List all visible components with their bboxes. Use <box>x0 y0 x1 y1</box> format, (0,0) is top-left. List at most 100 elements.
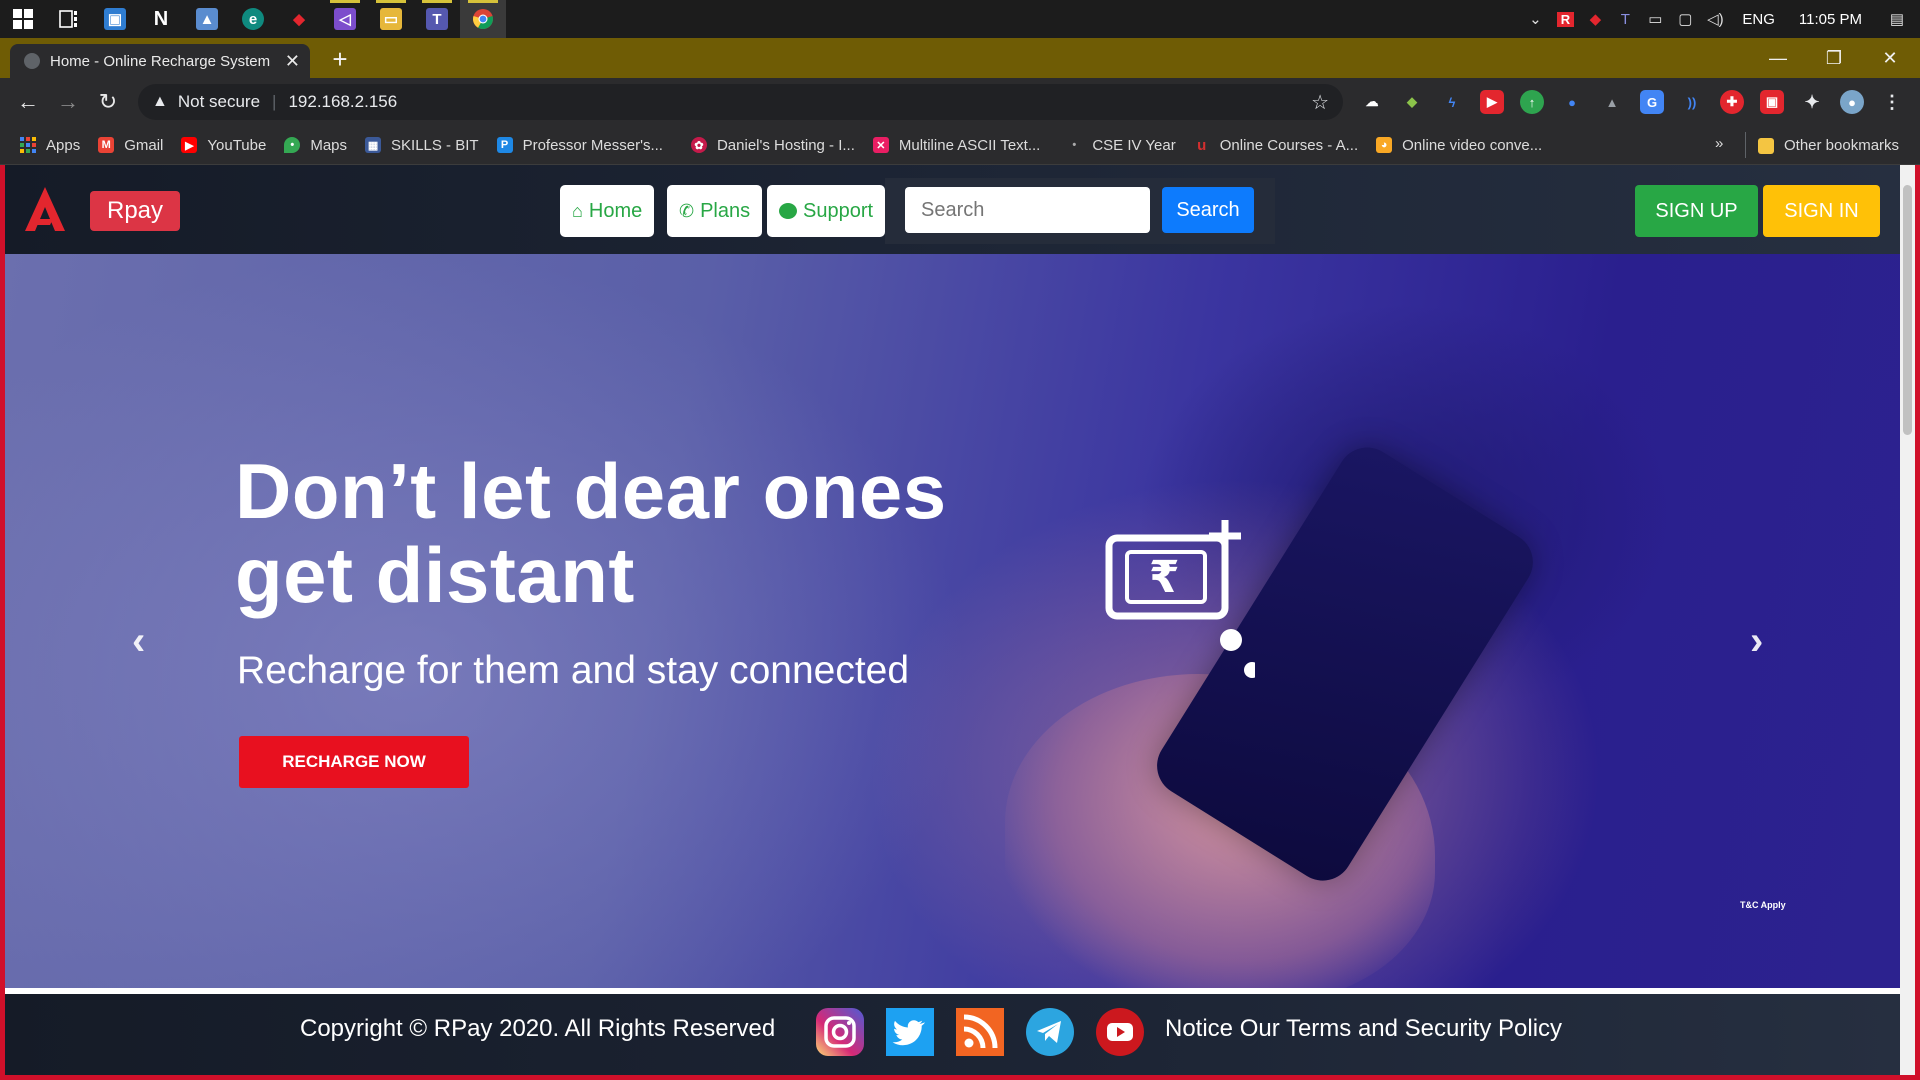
recharge-now-button[interactable]: RECHARGE NOW <box>239 736 469 788</box>
reload-icon[interactable]: ↻ <box>94 88 122 116</box>
extension-green-icon[interactable]: ↑ <box>1520 90 1544 114</box>
airtel-logo-icon[interactable] <box>23 185 67 233</box>
volume-icon[interactable]: ◁) <box>1700 0 1730 38</box>
close-tab-icon[interactable]: ✕ <box>285 51 300 72</box>
chrome-menu-icon[interactable]: ⋮ <box>1880 90 1904 114</box>
warning-icon[interactable]: ▲ <box>152 93 168 111</box>
battery-icon[interactable]: ▭ <box>1640 0 1670 38</box>
hero-carousel: ₹ Don’t let dear ones get distant Rechar… <box>5 254 1900 988</box>
back-icon[interactable]: ← <box>14 88 42 116</box>
visual-studio-icon[interactable]: ◁ <box>322 0 368 38</box>
extension-translate-icon[interactable]: G <box>1640 90 1664 114</box>
security-label[interactable]: Not secure <box>178 92 260 112</box>
instagram-icon[interactable] <box>815 1007 865 1057</box>
separator: | <box>272 92 277 111</box>
notifications-icon[interactable]: ▤ <box>1874 0 1920 38</box>
bookmark-professor-messer[interactable]: P Professor Messer's... <box>496 137 663 154</box>
teams-tray-icon[interactable]: T <box>1610 0 1640 38</box>
extension-drive-icon[interactable]: ▲ <box>1600 90 1624 114</box>
brand-badge[interactable]: Rpay <box>90 191 181 231</box>
extension-pdf-icon[interactable]: ▣ <box>1760 90 1784 114</box>
bookmark-multiline-ascii[interactable]: ✕ Multiline ASCII Text... <box>872 136 1041 154</box>
chevron-up-icon[interactable]: ⌄ <box>1520 0 1550 38</box>
task-view-icon[interactable] <box>46 0 92 38</box>
extensions-puzzle-icon[interactable]: ✦ <box>1800 90 1824 114</box>
nav-label: Home <box>588 199 643 222</box>
youtube-icon[interactable] <box>1095 1007 1145 1057</box>
notion-icon[interactable]: N <box>138 0 184 38</box>
new-tab-button[interactable]: + <box>325 46 355 76</box>
telegram-icon[interactable] <box>1025 1007 1075 1057</box>
extension-bolt-icon[interactable]: ϟ <box>1440 90 1464 114</box>
tab-title: Home - Online Recharge System <box>50 52 271 70</box>
bookmark-label: Maps <box>310 136 348 154</box>
butterfly-icon: ✕ <box>872 137 889 153</box>
teams-icon[interactable]: T <box>414 0 460 38</box>
extension-video-icon[interactable]: ▶ <box>1480 90 1504 114</box>
hero-headline: Don’t let dear ones get distant <box>235 447 947 619</box>
bookmark-gmail[interactable]: M Gmail <box>98 137 163 154</box>
extension-wave-icon[interactable]: )) <box>1680 90 1704 114</box>
sign-up-button[interactable]: SIGN UP <box>1635 185 1758 237</box>
address-bar[interactable]: ▲ Not secure | 192.168.2.156 ☆ <box>138 84 1343 120</box>
sign-in-button[interactable]: SIGN IN <box>1763 185 1880 237</box>
bookmark-daniels-hosting[interactable]: ✿ Daniel's Hosting - I... <box>690 137 855 154</box>
bookmark-maps[interactable]: • Maps <box>284 137 347 154</box>
bookmark-star-icon[interactable]: ☆ <box>1311 90 1329 115</box>
remote-desktop-icon[interactable]: ▣ <box>92 0 138 38</box>
dot-icon: • <box>1072 139 1077 151</box>
profile-avatar[interactable]: ● <box>1840 90 1864 114</box>
bookmark-label: Multiline ASCII Text... <box>898 136 1041 154</box>
window-border-right <box>1915 165 1920 1080</box>
bookmark-youtube[interactable]: ▶ YouTube <box>181 137 266 154</box>
file-explorer-icon[interactable]: ▭ <box>368 0 414 38</box>
bookmark-apps[interactable]: Apps <box>20 137 80 154</box>
extension-red-icon[interactable]: ✚ <box>1720 90 1744 114</box>
photos-icon[interactable]: ▲ <box>184 0 230 38</box>
network-icon[interactable]: ▢ <box>1670 0 1700 38</box>
close-window-icon[interactable]: ✕ <box>1862 38 1918 78</box>
scrollbar-thumb[interactable] <box>1903 185 1912 435</box>
browser-tab[interactable]: Home - Online Recharge System ✕ <box>10 44 310 78</box>
web-page: Rpay ⌂ Home ✆ Plans Support Search SIGN … <box>5 165 1900 1075</box>
url-text[interactable]: 192.168.2.156 <box>288 92 397 112</box>
folder-icon <box>1758 137 1774 154</box>
video-converter-icon: ◕ <box>1376 137 1393 153</box>
hero-subheadline: Recharge for them and stay connected <box>237 649 910 692</box>
minimize-icon[interactable]: — <box>1750 38 1806 78</box>
windows-start-icon[interactable] <box>0 0 46 38</box>
clock[interactable]: 11:05 PM <box>1787 11 1874 28</box>
more-bookmarks-icon[interactable]: » <box>1715 135 1723 152</box>
tray-app-icon[interactable]: ◆ <box>1580 0 1610 38</box>
extension-cloud-icon[interactable]: ☁ <box>1360 90 1384 114</box>
forward-icon[interactable]: → <box>54 88 82 116</box>
restore-icon[interactable]: ❐ <box>1806 38 1862 78</box>
language-indicator[interactable]: ENG <box>1730 11 1787 28</box>
carousel-next-icon[interactable]: › <box>1750 619 1763 664</box>
search-input[interactable] <box>905 187 1150 233</box>
system-tray: ⌄ R ◆ T ▭ ▢ ◁) ENG 11:05 PM ▤ <box>1520 0 1920 38</box>
nav-support-button[interactable]: Support <box>767 185 886 237</box>
red-app-icon[interactable]: ◆ <box>276 0 322 38</box>
bookmark-skills[interactable]: ▦ SKILLS - BIT <box>365 137 479 154</box>
chrome-icon[interactable] <box>460 0 506 38</box>
carousel-prev-icon[interactable]: ‹ <box>132 619 145 664</box>
tab-strip: Home - Online Recharge System ✕ + — ❐ ✕ <box>0 38 1920 78</box>
extension-person-icon[interactable]: ● <box>1560 90 1584 114</box>
bookmark-label: SKILLS - BIT <box>391 136 479 154</box>
bookmark-label: Other bookmarks <box>1784 137 1900 154</box>
bookmark-online-courses[interactable]: u Online Courses - A... <box>1194 137 1358 154</box>
twitter-icon[interactable] <box>885 1007 935 1057</box>
bookmark-cse-iv-year[interactable]: • CSE IV Year <box>1066 137 1175 154</box>
search-button[interactable]: Search <box>1162 187 1254 233</box>
nav-plans-button[interactable]: ✆ Plans <box>667 185 763 237</box>
other-bookmarks[interactable]: Other bookmarks <box>1758 137 1899 154</box>
svg-text:₹: ₹ <box>1149 552 1180 603</box>
bookmark-video-converter[interactable]: ◕ Online video conve... <box>1376 137 1542 154</box>
extension-color-icon[interactable]: ◆ <box>1400 90 1424 114</box>
rss-icon[interactable] <box>955 1007 1005 1057</box>
nav-home-button[interactable]: ⌂ Home <box>560 185 655 237</box>
tray-app-red-icon[interactable]: R <box>1550 0 1580 38</box>
terms-policy-link[interactable]: Notice Our Terms and Security Policy <box>1165 1015 1562 1043</box>
edge-icon[interactable]: e <box>230 0 276 38</box>
